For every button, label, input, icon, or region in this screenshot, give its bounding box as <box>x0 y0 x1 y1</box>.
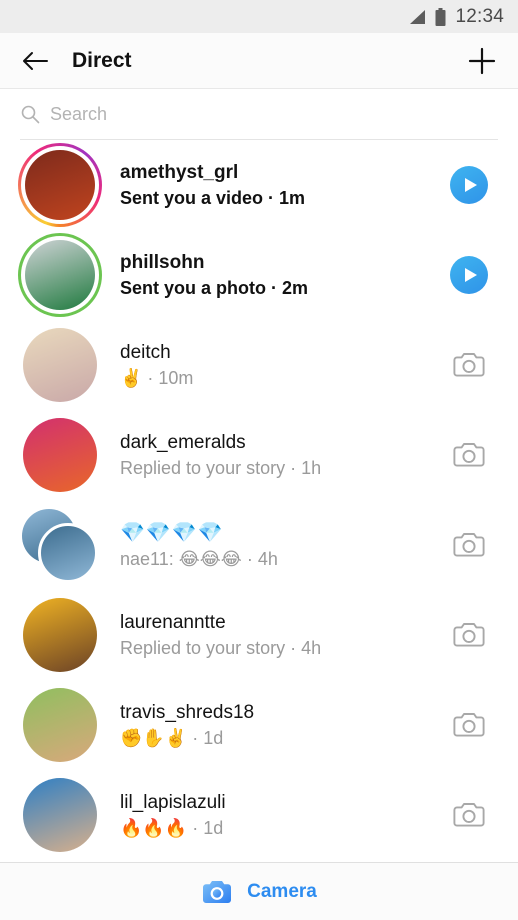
search-icon <box>21 105 40 124</box>
thread-row[interactable]: laurenanntte Replied to your story · 4h <box>0 590 518 680</box>
thread-row[interactable]: travis_shreds18 ✊✋✌️ · 1d <box>0 680 518 770</box>
thread-row[interactable]: phillsohn Sent you a photo · 2m <box>0 230 518 320</box>
avatar-image <box>25 240 95 310</box>
thread-preview: Sent you a photo · 2m <box>120 277 309 298</box>
plus-icon <box>468 47 496 74</box>
thread-username: deitch <box>120 341 171 363</box>
avatar[interactable] <box>18 233 102 317</box>
play-triangle <box>464 268 477 282</box>
thread-list[interactable]: amethyst_grl Sent you a video · 1m phillso… <box>0 140 518 862</box>
thread-text: 💎💎💎💎 nae11: 😂😂😂 · 4h <box>102 520 440 570</box>
camera-icon <box>203 880 232 903</box>
thread-preview: Sent you a video · 1m <box>120 187 306 208</box>
instagram-direct-screen: 12:34 Direct Search amethyst_grl Sent you… <box>0 0 518 920</box>
thread-preview: nae11: 😂😂😂 · 4h <box>120 549 278 569</box>
avatar-image <box>23 598 97 672</box>
camera-icon <box>453 533 485 557</box>
avatar-image <box>23 688 97 762</box>
avatar[interactable] <box>18 593 102 677</box>
camera-button[interactable] <box>440 800 498 830</box>
thread-row[interactable]: dark_emeralds Replied to your story · 1h <box>0 410 518 500</box>
thread-text: deitch ✌️ · 10m <box>102 342 440 389</box>
thread-preview: 🔥🔥🔥 · 1d <box>120 817 224 838</box>
thread-row[interactable]: 💎💎💎💎 nae11: 😂😂😂 · 4h <box>0 500 518 590</box>
thread-username: dark_emeralds <box>120 431 246 453</box>
avatar-image <box>23 328 97 402</box>
camera-bar[interactable]: Camera <box>0 862 518 920</box>
avatar-image <box>23 418 97 492</box>
camera-icon <box>453 353 485 377</box>
group-avatar <box>22 507 98 583</box>
thread-text: lil_lapislazuli 🔥🔥🔥 · 1d <box>102 792 440 839</box>
camera-icon <box>453 713 485 737</box>
signal-icon <box>410 9 426 24</box>
play-button[interactable] <box>440 166 498 204</box>
new-message-button[interactable] <box>464 43 500 79</box>
play-triangle <box>464 178 477 192</box>
thread-text: phillsohn Sent you a photo · 2m <box>102 252 440 299</box>
group-avatar-front <box>38 523 98 583</box>
camera-icon <box>453 443 485 467</box>
thread-preview: Replied to your story · 4h <box>120 637 322 658</box>
battery-icon <box>435 7 446 26</box>
avatar[interactable] <box>18 143 102 227</box>
camera-icon <box>453 803 485 827</box>
thread-preview: Replied to your story · 1h <box>120 457 322 478</box>
thread-text: dark_emeralds Replied to your story · 1h <box>102 432 440 479</box>
back-button[interactable] <box>18 44 52 78</box>
search-input[interactable]: Search <box>50 104 107 125</box>
avatar[interactable] <box>18 683 102 767</box>
avatar[interactable] <box>18 413 102 497</box>
status-bar: 12:34 <box>0 0 518 33</box>
thread-row[interactable]: amethyst_grl Sent you a video · 1m <box>0 140 518 230</box>
thread-text: laurenanntte Replied to your story · 4h <box>102 612 440 659</box>
thread-text: travis_shreds18 ✊✋✌️ · 1d <box>102 702 440 749</box>
page-title: Direct <box>72 48 132 72</box>
status-bar-time: 12:34 <box>455 5 504 27</box>
back-arrow-icon <box>23 51 48 70</box>
thread-preview: ✌️ · 10m <box>120 367 194 388</box>
camera-button[interactable] <box>440 440 498 470</box>
play-button[interactable] <box>440 256 498 294</box>
camera-button[interactable] <box>440 530 498 560</box>
camera-button[interactable] <box>440 350 498 380</box>
avatar-image <box>23 778 97 852</box>
thread-row[interactable]: deitch ✌️ · 10m <box>0 320 518 410</box>
thread-username: phillsohn <box>120 251 205 273</box>
app-header: Direct <box>0 33 518 89</box>
camera-button[interactable] <box>440 620 498 650</box>
camera-icon <box>453 623 485 647</box>
avatar[interactable] <box>18 773 102 857</box>
thread-username: amethyst_grl <box>120 161 239 183</box>
avatar-image <box>25 150 95 220</box>
avatar[interactable] <box>18 503 102 587</box>
avatar[interactable] <box>18 323 102 407</box>
search-bar[interactable]: Search <box>0 89 518 139</box>
thread-username: 💎💎💎💎 <box>120 522 224 544</box>
thread-username: travis_shreds18 <box>120 701 255 723</box>
play-icon <box>450 256 488 294</box>
play-icon <box>450 166 488 204</box>
thread-username: laurenanntte <box>120 611 226 633</box>
thread-row[interactable]: lil_lapislazuli 🔥🔥🔥 · 1d <box>0 770 518 860</box>
camera-label: Camera <box>247 880 317 902</box>
camera-button[interactable] <box>440 710 498 740</box>
thread-username: lil_lapislazuli <box>120 791 226 813</box>
thread-text: amethyst_grl Sent you a video · 1m <box>102 162 440 209</box>
thread-preview: ✊✋✌️ · 1d <box>120 727 224 748</box>
